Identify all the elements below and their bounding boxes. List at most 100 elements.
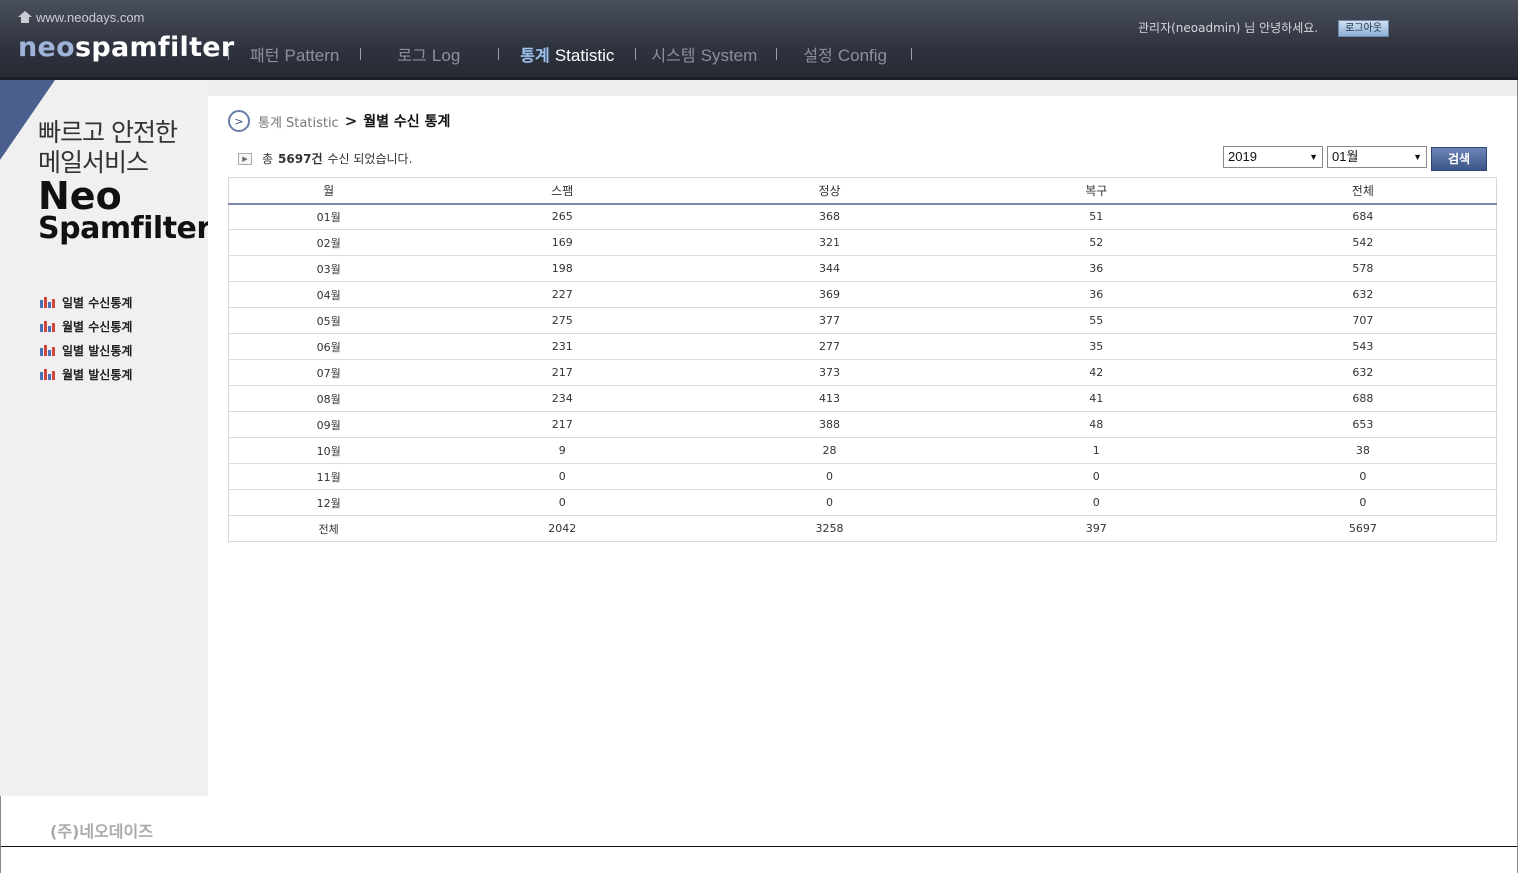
sidebar-item-label: 월별 수신통계 — [62, 319, 133, 334]
table-cell: 632 — [1229, 359, 1497, 386]
table-cell: 632 — [1229, 281, 1497, 308]
nav-label-ko: 패턴 — [250, 46, 280, 65]
table-cell: 231 — [428, 333, 697, 360]
column-header-month: 월 — [228, 177, 429, 205]
slogan-line: 빠르고 안전한 — [38, 118, 178, 147]
nav-label-en: Statistic — [554, 46, 615, 65]
table-cell: 227 — [428, 281, 697, 308]
table-cell: 08월 — [228, 385, 429, 412]
table-row: 09월 217 388 48 653 — [228, 411, 1497, 438]
summary-prefix: 총 — [262, 152, 274, 166]
table-cell: 0 — [1229, 489, 1497, 516]
nav-item-statistic[interactable]: 통계 Statistic — [499, 42, 635, 66]
monthly-stats-table: 월 스팸 정상 복구 전체 01월 265 368 51 684 02월 169 321 52 5… — [228, 177, 1497, 542]
nav-label-en: Log — [431, 46, 461, 65]
nav-item-config[interactable]: 설정 Config — [777, 42, 911, 66]
table-row: 06월 231 277 35 543 — [228, 333, 1497, 360]
nav-divider — [911, 48, 912, 60]
table-row: 05월 275 377 55 707 — [228, 307, 1497, 334]
table-cell: 42 — [962, 359, 1230, 386]
table-cell: 413 — [696, 385, 963, 412]
table-cell: 653 — [1229, 411, 1497, 438]
table-cell: 0 — [428, 463, 697, 490]
table-cell: 12월 — [228, 489, 429, 516]
table-cell: 321 — [696, 229, 963, 256]
bar-chart-icon — [40, 368, 56, 380]
sidebar-item-monthly-sent[interactable]: 월별 발신통계 — [40, 362, 132, 386]
table-cell: 0 — [428, 489, 697, 516]
frame-border — [0, 796, 1, 873]
year-select[interactable]: 2019 ▼ — [1223, 146, 1323, 168]
column-header-normal: 정상 — [696, 177, 963, 205]
nav-label-ko: 설정 — [803, 46, 833, 65]
page-title: 월별 수신 통계 — [363, 114, 451, 130]
sidebar-item-daily-sent[interactable]: 일별 발신통계 — [40, 338, 132, 362]
logout-button[interactable]: 로그아웃 — [1338, 20, 1389, 37]
nav-item-pattern[interactable]: 패턴 Pattern — [229, 42, 360, 66]
year-select-value: 2019 — [1228, 149, 1257, 164]
table-cell: 377 — [696, 307, 963, 334]
table-row: 07월 217 373 42 632 — [228, 359, 1497, 386]
table-cell: 542 — [1229, 229, 1497, 256]
table-cell: 55 — [962, 307, 1230, 334]
table-cell: 0 — [696, 489, 963, 516]
site-url[interactable]: www.neodays.com — [36, 10, 144, 25]
play-icon: ▶ — [238, 152, 252, 165]
nav-label-en: System — [700, 46, 758, 65]
table-cell: 04월 — [228, 281, 429, 308]
table-row: 01월 265 368 51 684 — [228, 203, 1497, 230]
sidebar-item-label: 월별 발신통계 — [62, 367, 133, 382]
table-cell: 52 — [962, 229, 1230, 256]
table-row: 11월 0 0 0 0 — [228, 463, 1497, 490]
home-link[interactable]: www.neodays.com — [18, 10, 144, 25]
table-cell: 5697 — [1348, 522, 1377, 535]
table-cell: 51 — [962, 203, 1230, 230]
table-row: 10월 9 28 1 38 — [228, 437, 1497, 464]
table-cell: 0 — [696, 463, 963, 490]
brand-subtitle: Spamfilter — [38, 211, 208, 246]
table-cell: 01월 — [228, 203, 429, 230]
table-cell: 36 — [962, 281, 1230, 308]
table-cell: 07월 — [228, 359, 429, 386]
user-greeting: 관리자(neoadmin) 님 안녕하세요. — [1138, 21, 1319, 35]
table-cell: 234 — [428, 385, 697, 412]
sidebar-slogan: 빠르고 안전한 메일서비스 — [38, 118, 178, 178]
nav-label-ko: 통계 — [520, 46, 550, 65]
table-cell: 217 — [428, 411, 697, 438]
table-cell: 전체 — [318, 522, 339, 536]
table-row: 전체 2042 3258 397 5697 — [229, 516, 1497, 542]
table-cell: 05월 — [228, 307, 429, 334]
breadcrumb-arrow-icon: > — [228, 110, 250, 132]
nav-item-system[interactable]: 시스템 System — [636, 42, 776, 66]
search-button[interactable]: 검색 — [1431, 147, 1487, 171]
table-row: 08월 234 413 41 688 — [228, 385, 1497, 412]
table-cell: 0 — [962, 463, 1230, 490]
bar-chart-icon — [40, 296, 56, 308]
bar-chart-icon — [40, 344, 56, 356]
table-cell: 543 — [1229, 333, 1497, 360]
table-row: 02월 169 321 52 542 — [228, 229, 1497, 256]
month-select[interactable]: 01월 ▼ — [1327, 146, 1427, 168]
logo[interactable]: neospamfilter — [18, 32, 235, 63]
table-cell: 06월 — [228, 333, 429, 360]
table-cell: 388 — [696, 411, 963, 438]
breadcrumb-parent[interactable]: 통계 Statistic — [258, 112, 339, 131]
table-cell: 3258 — [815, 522, 844, 535]
summary-count: 5697건 — [278, 152, 323, 166]
table-header-row: 월 스팸 정상 복구 전체 — [228, 177, 1497, 205]
sidebar-item-daily-received[interactable]: 일별 수신통계 — [40, 290, 132, 314]
sidebar-item-monthly-received[interactable]: 월별 수신통계 — [40, 314, 132, 338]
table-cell: 0 — [962, 489, 1230, 516]
table-cell: 198 — [428, 255, 697, 282]
footer-divider — [0, 846, 1518, 847]
table-body: 01월 265 368 51 684 02월 169 321 52 542 03월 198 344 36 5… — [228, 203, 1497, 542]
nav-item-log[interactable]: 로그 Log — [361, 42, 498, 66]
bar-chart-icon — [40, 320, 56, 332]
summary-suffix: 수신 되었습니다. — [327, 152, 413, 166]
sidebar-item-label: 일별 수신통계 — [62, 295, 133, 310]
table-cell: 169 — [428, 229, 697, 256]
table-cell: 688 — [1229, 385, 1497, 412]
table-cell: 217 — [428, 359, 697, 386]
table-cell: 38 — [1229, 437, 1497, 464]
table-cell: 11월 — [228, 463, 429, 490]
